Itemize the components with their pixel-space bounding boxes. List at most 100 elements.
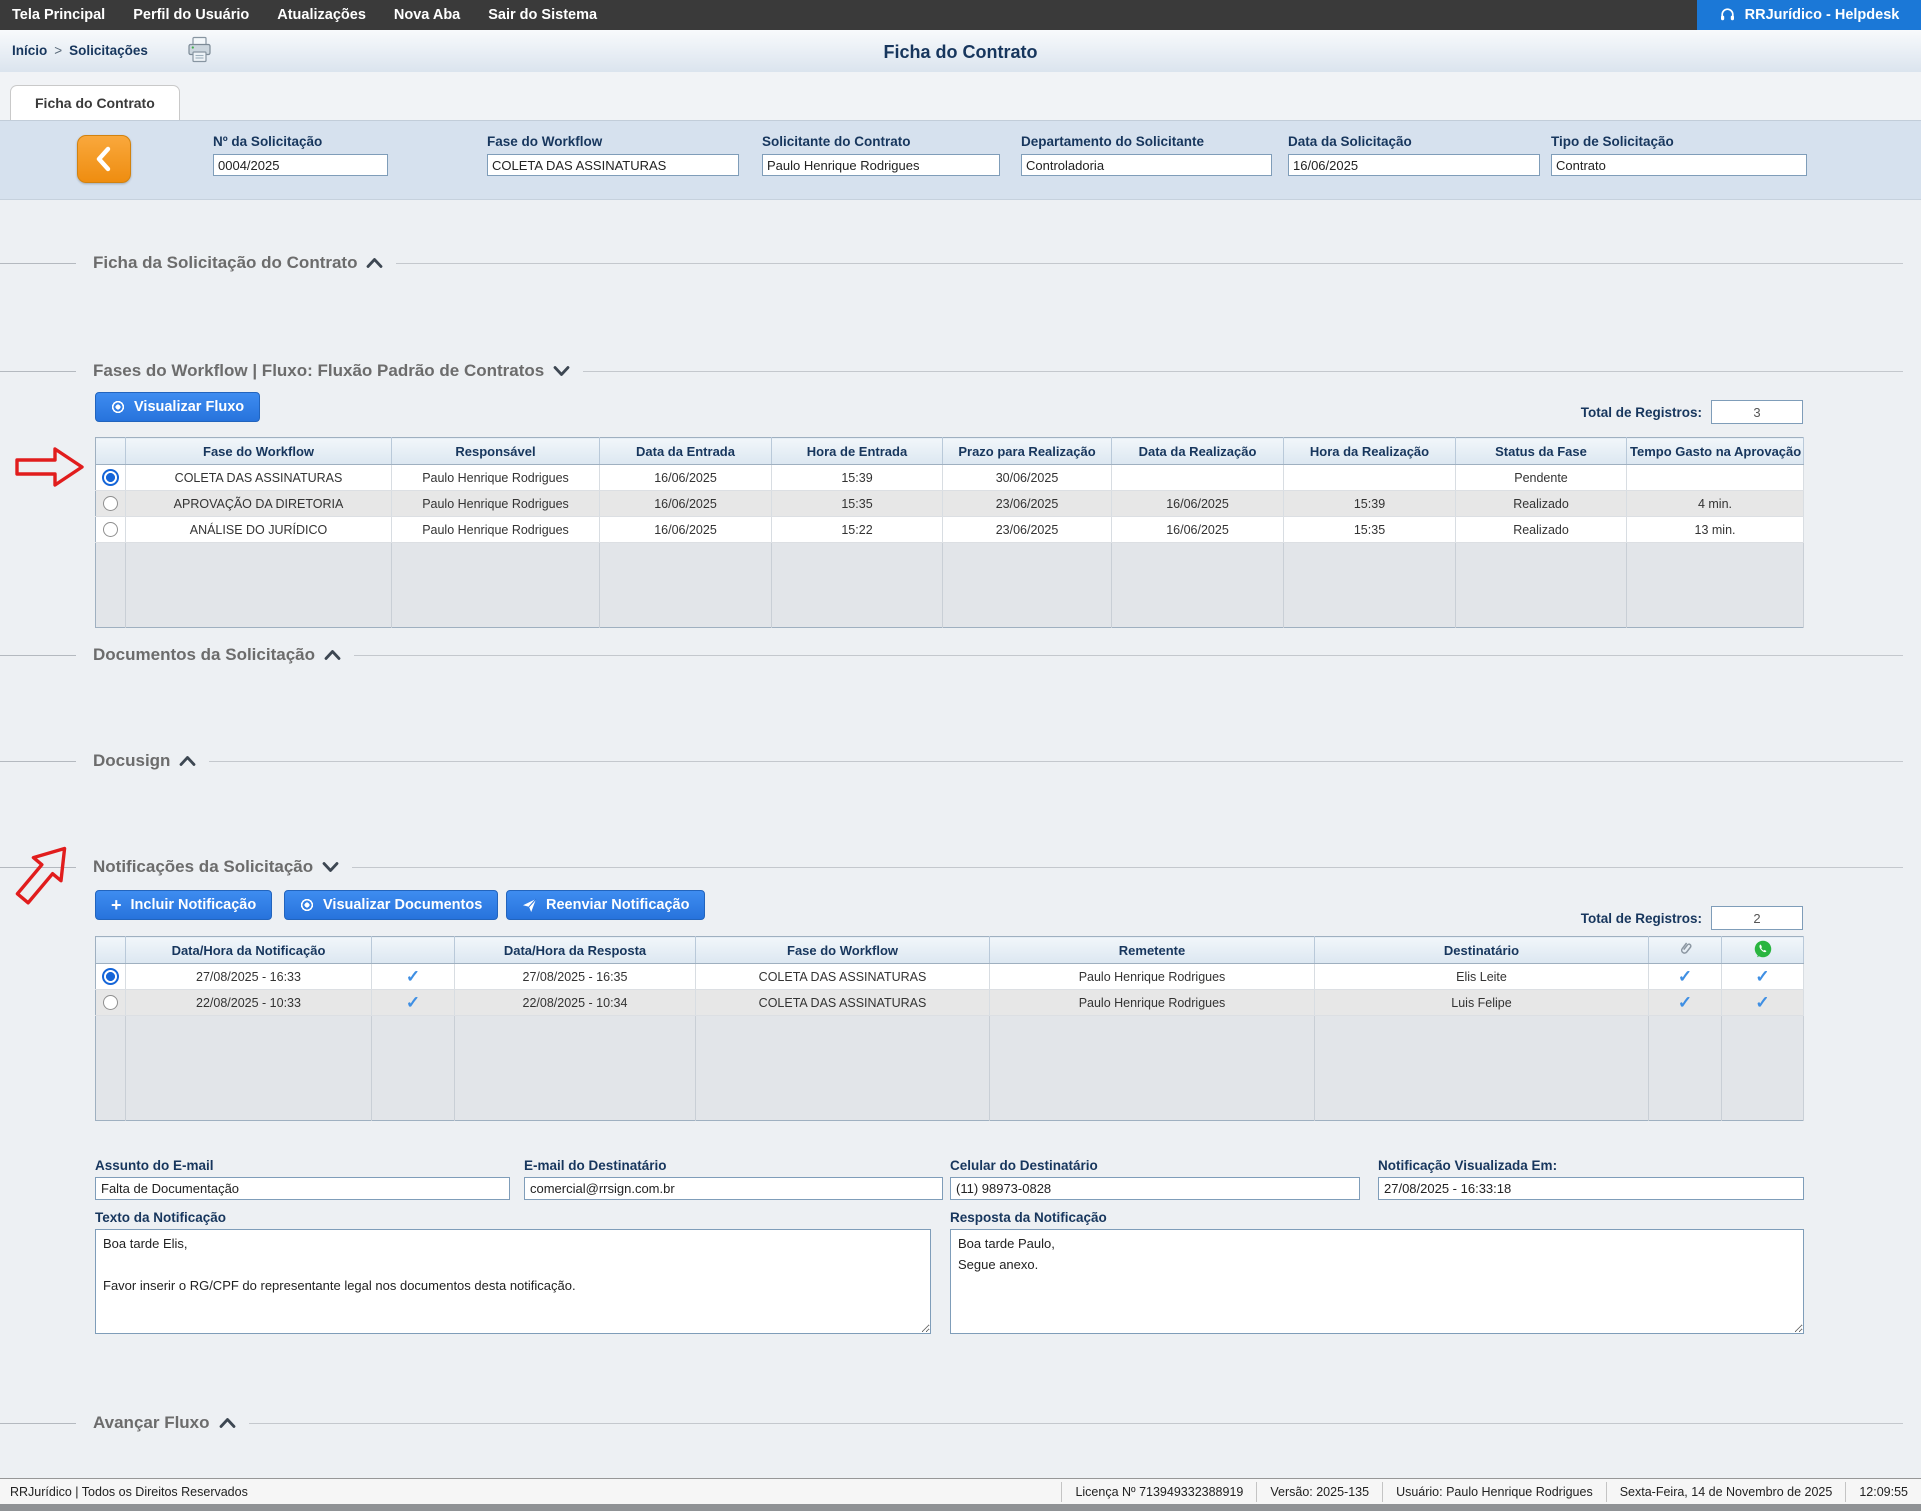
viewed-column-header — [372, 937, 455, 964]
field-label: Nº da Solicitação — [213, 134, 388, 149]
button-label: Visualizar Fluxo — [134, 399, 244, 415]
eye-icon — [300, 898, 314, 912]
chevron-up-icon[interactable] — [219, 1417, 236, 1429]
column-header: Fase do Workflow — [126, 438, 392, 465]
celular-destinatario-input[interactable] — [950, 1177, 1360, 1200]
footer-bar: RRJurídico | Todos os Direitos Reservado… — [0, 1478, 1921, 1504]
footer-copyright: RRJurídico | Todos os Direitos Reservado… — [10, 1485, 248, 1499]
whatsapp-column-header — [1722, 937, 1804, 964]
helpdesk-label: RRJurídico - Helpdesk — [1745, 7, 1900, 23]
column-header: Data/Hora da Notificação — [126, 937, 372, 964]
footer-version: Versão: 2025-135 — [1256, 1482, 1382, 1502]
field-label: E-mail do Destinatário — [524, 1158, 943, 1173]
assunto-email-input[interactable] — [95, 1177, 510, 1200]
divider-line — [0, 761, 76, 762]
notifications-total-input[interactable] — [1711, 906, 1803, 930]
total-registros-label: Total de Registros: — [1581, 911, 1702, 926]
table-row[interactable]: ANÁLISE DO JURÍDICOPaulo Henrique Rodrig… — [96, 517, 1804, 543]
tipo-solicitacao-input[interactable] — [1551, 154, 1807, 176]
send-icon — [522, 898, 537, 913]
notificacao-visualizada-input[interactable] — [1378, 1177, 1804, 1200]
field-texto-notificacao: Texto da Notificação Boa tarde Elis, Fav… — [95, 1210, 931, 1339]
fase-workflow-input[interactable] — [487, 154, 739, 176]
section-documentos: Documentos da Solicitação — [0, 644, 1903, 666]
attachment-column-header — [1649, 937, 1722, 964]
chevron-left-icon — [93, 146, 115, 172]
numero-solicitacao-input[interactable] — [213, 154, 388, 176]
column-header: Data da Entrada — [600, 438, 772, 465]
field-resposta-notificacao: Resposta da Notificação Boa tarde Paulo,… — [950, 1210, 1804, 1339]
field-label: Notificação Visualizada Em: — [1378, 1158, 1804, 1173]
visualizar-fluxo-button[interactable]: Visualizar Fluxo — [95, 392, 260, 422]
column-header: Remetente — [990, 937, 1315, 964]
section-ficha-solicitacao: Ficha da Solicitação do Contrato — [0, 252, 1903, 274]
section-fases-workflow: Fases do Workflow | Fluxo: Fluxão Padrão… — [0, 360, 1903, 382]
row-radio[interactable] — [103, 995, 118, 1010]
chevron-down-icon[interactable] — [553, 365, 570, 377]
incluir-notificacao-button[interactable]: + Incluir Notificação — [95, 890, 272, 920]
menu-item-sair-sistema[interactable]: Sair do Sistema — [488, 7, 597, 23]
email-destinatario-input[interactable] — [524, 1177, 943, 1200]
row-radio[interactable] — [103, 522, 118, 537]
button-label: Incluir Notificação — [131, 897, 257, 913]
check-icon: ✓ — [1755, 993, 1769, 1012]
solicitante-input[interactable] — [762, 154, 1000, 176]
column-header: Data/Hora da Resposta — [455, 937, 696, 964]
app-window: Tela Principal Perfil do Usuário Atualiz… — [0, 0, 1921, 1511]
field-tipo-solicitacao: Tipo de Solicitação — [1551, 134, 1807, 176]
field-email-destinatario: E-mail do Destinatário — [524, 1158, 943, 1200]
annotation-arrow-workflow-row — [14, 446, 86, 488]
reenviar-notificacao-button[interactable]: Reenviar Notificação — [506, 890, 705, 920]
column-header: Destinatário — [1315, 937, 1649, 964]
divider-line — [354, 655, 1903, 656]
back-button[interactable] — [77, 135, 131, 183]
departamento-input[interactable] — [1021, 154, 1272, 176]
divider-line — [0, 1423, 76, 1424]
check-icon: ✓ — [406, 993, 420, 1012]
total-registros-label: Total de Registros: — [1581, 405, 1702, 420]
column-header: Responsável — [392, 438, 600, 465]
divider-line — [209, 761, 1903, 762]
divider-line — [0, 371, 76, 372]
page-title: Ficha do Contrato — [0, 42, 1921, 63]
radio-column-header — [96, 438, 126, 465]
field-label: Departamento do Solicitante — [1021, 134, 1272, 149]
resposta-notificacao-textarea[interactable]: Boa tarde Paulo, Segue anexo. — [950, 1229, 1804, 1334]
radio-column-header — [96, 937, 126, 964]
field-departamento: Departamento do Solicitante — [1021, 134, 1272, 176]
section-title: Ficha da Solicitação do Contrato — [93, 253, 357, 273]
field-notificacao-visualizada: Notificação Visualizada Em: — [1378, 1158, 1804, 1200]
footer-license: Licença Nº 713949332388919 — [1061, 1482, 1256, 1502]
divider-line — [0, 655, 76, 656]
divider-line — [249, 1423, 1903, 1424]
table-row[interactable]: 22/08/2025 - 10:33 ✓ 22/08/2025 - 10:34 … — [96, 990, 1804, 1016]
section-title: Docusign — [93, 751, 170, 771]
row-radio-selected[interactable] — [102, 469, 119, 486]
breadcrumb-bar: Início > Solicitações Ficha do Contrato — [0, 30, 1921, 73]
helpdesk-button[interactable]: RRJurídico - Helpdesk — [1697, 0, 1921, 30]
chevron-down-icon[interactable] — [322, 861, 339, 873]
chevron-up-icon[interactable] — [179, 755, 196, 767]
visualizar-documentos-button[interactable]: Visualizar Documentos — [284, 890, 498, 920]
table-row[interactable]: 27/08/2025 - 16:33 ✓ 27/08/2025 - 16:35 … — [96, 964, 1804, 990]
menu-item-perfil-usuario[interactable]: Perfil do Usuário — [133, 7, 249, 23]
field-label: Texto da Notificação — [95, 1210, 931, 1225]
divider-line — [0, 263, 76, 264]
menu-item-nova-aba[interactable]: Nova Aba — [394, 7, 460, 23]
workflow-total-input[interactable] — [1711, 400, 1803, 424]
row-radio-selected[interactable] — [102, 968, 119, 985]
table-row[interactable]: APROVAÇÃO DA DIRETORIAPaulo Henrique Rod… — [96, 491, 1804, 517]
column-header: Hora da Realização — [1284, 438, 1456, 465]
table-row[interactable]: COLETA DAS ASSINATURASPaulo Henrique Rod… — [96, 465, 1804, 491]
field-solicitante: Solicitante do Contrato — [762, 134, 1000, 176]
chevron-up-icon[interactable] — [366, 257, 383, 269]
field-celular-destinatario: Celular do Destinatário — [950, 1158, 1360, 1200]
data-solicitacao-input[interactable] — [1288, 154, 1540, 176]
texto-notificacao-textarea[interactable]: Boa tarde Elis, Favor inserir o RG/CPF d… — [95, 1229, 931, 1334]
section-title: Fases do Workflow | Fluxo: Fluxão Padrão… — [93, 361, 544, 381]
chevron-up-icon[interactable] — [324, 649, 341, 661]
menu-item-atualizacoes[interactable]: Atualizações — [277, 7, 366, 23]
row-radio[interactable] — [103, 496, 118, 511]
menu-item-tela-principal[interactable]: Tela Principal — [12, 7, 105, 23]
tab-ficha-do-contrato[interactable]: Ficha do Contrato — [10, 85, 180, 120]
